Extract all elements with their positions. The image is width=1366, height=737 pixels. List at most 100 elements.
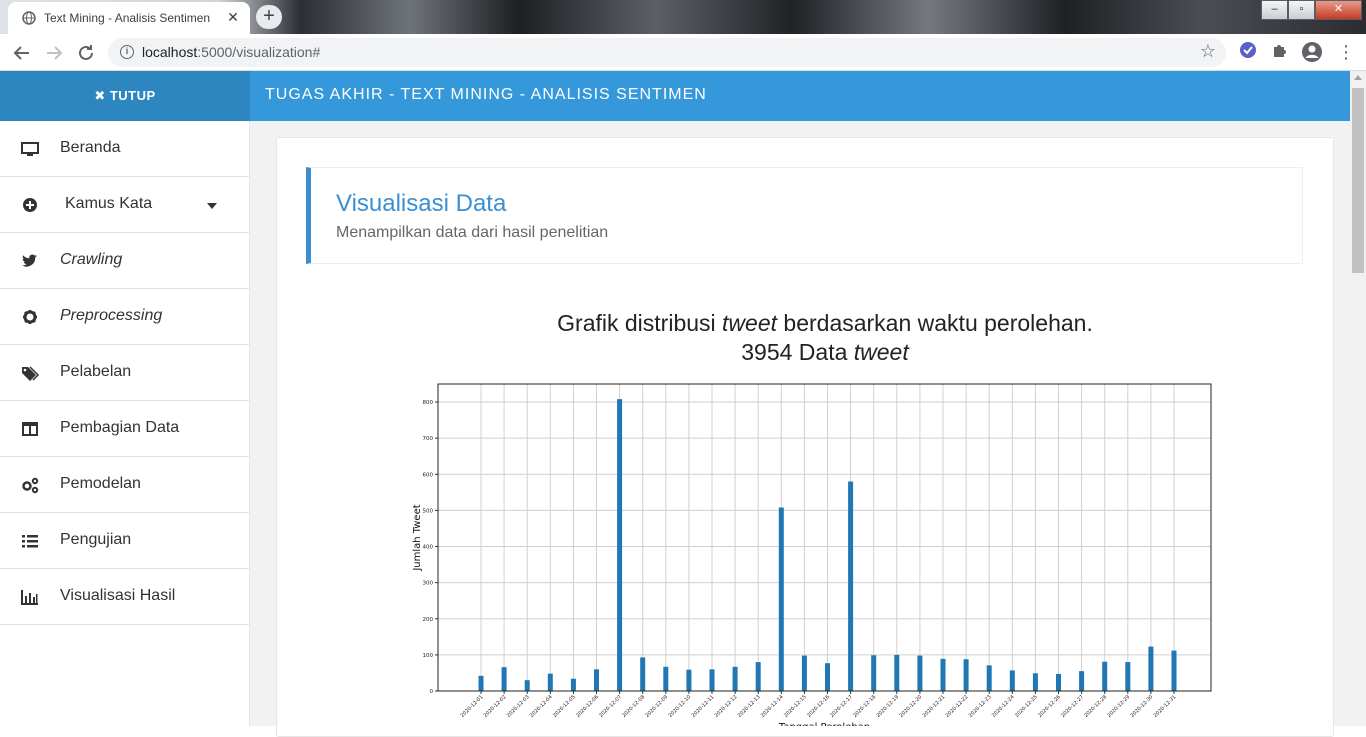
bar bbox=[570, 678, 576, 691]
window-maximize-button[interactable]: ▫ bbox=[1288, 0, 1315, 20]
x-tick-label: 2020-12-30 bbox=[1130, 694, 1155, 719]
sidebar-item-label: Pembagian Data bbox=[60, 419, 180, 436]
twitter-icon bbox=[22, 254, 37, 267]
browser-menu-icon[interactable]: ⋮ bbox=[1334, 41, 1358, 65]
window-close-button[interactable]: ✕ bbox=[1315, 0, 1362, 20]
bar bbox=[501, 667, 507, 691]
sidebar-item-pembagian-data[interactable]: Pembagian Data bbox=[0, 401, 249, 457]
extension-check-icon[interactable] bbox=[1236, 41, 1260, 65]
x-tick-label: 2020-12-15 bbox=[783, 694, 808, 719]
chart-title-line1: Grafik distribusi tweet berdasarkan wakt… bbox=[557, 310, 1093, 336]
bar bbox=[663, 666, 669, 691]
gears-icon bbox=[22, 477, 39, 494]
x-tick-label: 2020-12-16 bbox=[806, 694, 831, 719]
bar bbox=[986, 665, 992, 691]
x-tick-label: 2020-12-17 bbox=[829, 694, 854, 719]
sidebar-item-pengujian[interactable]: Pengujian bbox=[0, 513, 249, 569]
reload-icon[interactable] bbox=[74, 41, 98, 65]
scroll-up-arrow-icon[interactable] bbox=[1354, 75, 1362, 80]
top-navbar: TUGAS AKHIR - TEXT MINING - ANALISIS SEN… bbox=[250, 71, 1350, 121]
y-axis-label: Jumlah Tweet bbox=[412, 504, 423, 571]
scrollbar-thumb[interactable] bbox=[1352, 88, 1364, 273]
chart-title-line2: 3954 Data tweet bbox=[741, 339, 909, 365]
bar bbox=[1171, 650, 1177, 691]
new-tab-button[interactable]: + bbox=[256, 5, 282, 29]
page-title: Visualisasi Data bbox=[336, 190, 507, 217]
bar bbox=[917, 655, 923, 691]
x-tick-label: 2020-12-31 bbox=[1153, 694, 1178, 719]
globe-icon bbox=[22, 11, 36, 25]
x-tick-label: 2020-12-21 bbox=[922, 694, 947, 719]
x-tick-label: 2020-12-08 bbox=[621, 694, 646, 719]
sidebar-item-pelabelan[interactable]: Pelabelan bbox=[0, 345, 249, 401]
page-header: Visualisasi Data Menampilkan data dari h… bbox=[306, 167, 1303, 264]
address-input[interactable]: i localhost:5000/visualization# ☆ bbox=[108, 38, 1226, 67]
x-tick-label: 2020-12-13 bbox=[737, 694, 762, 719]
x-tick-label: 2020-12-07 bbox=[598, 694, 623, 719]
bar bbox=[1079, 671, 1085, 691]
sidebar-item-label: Pemodelan bbox=[60, 475, 141, 492]
sidebar-item-crawling[interactable]: Crawling bbox=[0, 233, 249, 289]
sidebar-item-preprocessing[interactable]: Preprocessing bbox=[0, 289, 249, 345]
x-tick-label: 2020-12-06 bbox=[575, 694, 600, 719]
y-tick-label: 500 bbox=[423, 508, 434, 514]
chevron-down-icon bbox=[207, 203, 217, 209]
sidebar-item-visualisasi-hasil[interactable]: Visualisasi Hasil bbox=[0, 569, 249, 625]
x-tick-label: 2020-12-14 bbox=[760, 694, 785, 719]
browser-toolbar: i localhost:5000/visualization# ☆ ⋮ bbox=[0, 34, 1366, 71]
x-tick-label: 2020-12-27 bbox=[1060, 694, 1085, 719]
info-icon[interactable]: i bbox=[120, 45, 134, 59]
x-tick-label: 2020-12-12 bbox=[714, 694, 739, 719]
profile-avatar-icon[interactable] bbox=[1300, 41, 1324, 65]
sidebar-item-pemodelan[interactable]: Pemodelan bbox=[0, 457, 249, 513]
browser-tab[interactable]: Text Mining - Analisis Sentimen ✕ bbox=[8, 2, 250, 34]
x-tick-label: 2020-12-28 bbox=[1083, 694, 1108, 719]
x-tick-label: 2020-12-23 bbox=[968, 694, 993, 719]
bar bbox=[1148, 646, 1154, 691]
bookmark-star-icon[interactable]: ☆ bbox=[1200, 41, 1216, 62]
bar bbox=[686, 669, 692, 691]
bar bbox=[894, 654, 900, 691]
bar bbox=[871, 655, 877, 691]
sidebar-item-beranda[interactable]: Beranda bbox=[0, 121, 249, 177]
puzzle-extensions-icon[interactable] bbox=[1268, 41, 1292, 65]
bar bbox=[1102, 661, 1108, 691]
y-tick-label: 300 bbox=[423, 581, 434, 587]
window-minimize-button[interactable]: – bbox=[1261, 0, 1288, 20]
sidebar-item-label: Beranda bbox=[60, 139, 121, 156]
tags-icon bbox=[22, 366, 40, 381]
y-tick-label: 200 bbox=[423, 617, 434, 623]
x-axis-label: Tanggal Perolehan bbox=[778, 722, 870, 726]
x-tick-label: 2020-12-05 bbox=[552, 694, 577, 719]
page-subtitle: Menampilkan data dari hasil penelitian bbox=[336, 224, 609, 241]
sidebar-item-kamus-kata[interactable]: Kamus Kata bbox=[0, 177, 249, 233]
bar bbox=[524, 680, 530, 691]
sidebar-toggle-button[interactable]: ✖ TUTUP bbox=[0, 71, 250, 121]
bar bbox=[940, 658, 946, 691]
x-tick-label: 2020-12-24 bbox=[991, 694, 1016, 719]
y-tick-label: 0 bbox=[430, 689, 434, 695]
bar bbox=[547, 673, 553, 691]
x-tick-label: 2020-12-22 bbox=[945, 694, 970, 719]
back-arrow-icon[interactable] bbox=[10, 41, 34, 65]
gear-icon bbox=[23, 310, 37, 324]
bar bbox=[709, 669, 715, 691]
page-scrollbar[interactable] bbox=[1350, 71, 1366, 726]
bar bbox=[1009, 670, 1015, 691]
x-tick-label: 2020-12-29 bbox=[1106, 694, 1131, 719]
bar bbox=[848, 481, 854, 691]
x-tick-label: 2020-12-02 bbox=[483, 694, 508, 719]
bar-chart-icon bbox=[21, 590, 38, 605]
browser-titlebar: Text Mining - Analisis Sentimen ✕ + – ▫ … bbox=[0, 0, 1366, 34]
plot-area bbox=[438, 384, 1211, 691]
y-tick-label: 700 bbox=[423, 436, 434, 442]
x-tick-label: 2020-12-04 bbox=[529, 694, 554, 719]
tab-title: Text Mining - Analisis Sentimen bbox=[44, 11, 211, 25]
forward-arrow-icon[interactable] bbox=[42, 41, 66, 65]
bar bbox=[640, 657, 646, 691]
sidebar-item-label: Crawling bbox=[60, 251, 123, 268]
bar bbox=[732, 666, 738, 691]
tab-close-icon[interactable]: ✕ bbox=[224, 9, 242, 26]
app-title: TUGAS AKHIR - TEXT MINING - ANALISIS SEN… bbox=[265, 86, 707, 103]
bar bbox=[825, 663, 830, 691]
